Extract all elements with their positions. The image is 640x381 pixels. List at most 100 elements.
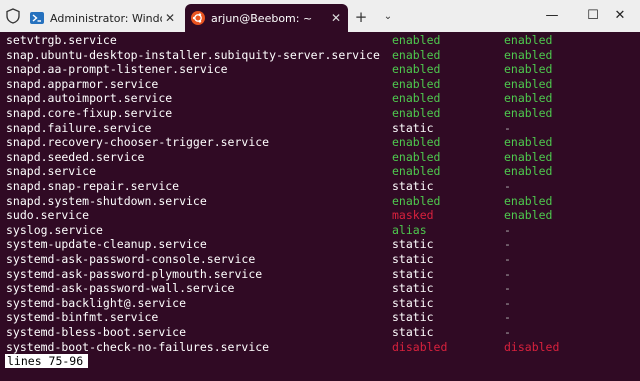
tab-close-icon[interactable]: ✕ xyxy=(328,11,344,25)
tab-label: Administrator: Windows Powe xyxy=(50,11,162,25)
table-row: systemd-ask-password-console.service stat… xyxy=(6,252,636,266)
unit-file-name: systemd-backlight@.service xyxy=(6,295,187,310)
unit-file-name: systemd-ask-password-console.service xyxy=(6,252,256,266)
unit-file-name: snapd.core-fixup.service xyxy=(6,106,173,120)
pager-status: lines 75-96 xyxy=(5,354,89,368)
table-row: snapd.failure.service static - xyxy=(6,121,636,135)
tab-close-icon[interactable]: ✕ xyxy=(162,11,178,25)
unit-file-name: snapd.snap-repair.service xyxy=(6,179,180,193)
table-row: setvtrgb.service enabled enabled xyxy=(6,33,636,47)
unit-file-name: snapd.system-shutdown.service xyxy=(6,193,207,208)
unit-state: static xyxy=(392,281,434,296)
table-row: snapd.system-shutdown.service enabled enab… xyxy=(6,194,636,208)
unit-file-name: systemd-boot-check-no-failures.service xyxy=(6,339,270,354)
vendor-preset: enabled xyxy=(504,33,553,47)
vendor-preset: - xyxy=(504,179,511,193)
vendor-preset: - xyxy=(504,222,511,237)
unit-state: enabled xyxy=(392,62,441,77)
table-row: systemd-ask-password-plymouth.service sta… xyxy=(6,267,636,281)
vendor-preset: - xyxy=(504,266,511,281)
vendor-preset: enabled xyxy=(504,76,553,91)
unit-state: static xyxy=(392,266,434,281)
vendor-preset: - xyxy=(504,310,511,325)
unit-state: enabled xyxy=(392,193,441,208)
unit-state: enabled xyxy=(392,149,441,164)
vendor-preset: enabled xyxy=(504,47,553,62)
vendor-preset: disabled xyxy=(504,339,560,354)
unit-file-name: system-update-cleanup.service xyxy=(6,237,207,252)
unit-file-name: sudo.service xyxy=(6,208,90,223)
table-row: snapd.recovery-chooser-trigger.service en… xyxy=(6,135,636,149)
unit-file-name: systemd-ask-password-wall.service xyxy=(6,281,235,296)
chevron-down-icon[interactable]: ⌄ xyxy=(380,8,396,26)
unit-file-name: systemd-ask-password-plymouth.service xyxy=(6,266,263,281)
unit-state: enabled xyxy=(392,47,441,62)
unit-file-name: snapd.seeded.service xyxy=(6,149,145,164)
vendor-preset: - xyxy=(504,281,511,296)
unit-state: enabled xyxy=(392,33,441,47)
unit-state: static xyxy=(392,120,434,135)
unit-state: alias xyxy=(392,222,427,237)
unit-state: enabled xyxy=(392,91,441,106)
unit-file-name: snap.ubuntu-desktop-installer.subiquity-… xyxy=(6,47,380,62)
table-row: snapd.aa-prompt-listener.service enabled e… xyxy=(6,62,636,76)
vendor-preset: enabled xyxy=(504,62,553,77)
terminal-output[interactable]: setvtrgb.service enabled enabled snap.ubunt… xyxy=(0,32,640,381)
vendor-preset: enabled xyxy=(504,208,553,223)
unit-state: static xyxy=(392,295,434,310)
vendor-preset: enabled xyxy=(504,149,553,164)
vendor-preset: - xyxy=(504,237,511,252)
powershell-icon xyxy=(30,11,44,25)
close-window-button[interactable]: ✕ xyxy=(598,0,640,30)
vendor-preset: - xyxy=(504,252,511,266)
minimize-button[interactable]: — xyxy=(530,0,574,30)
table-row: systemd-boot-check-no-failures.service di… xyxy=(6,340,636,354)
unit-state: enabled xyxy=(392,76,441,91)
unit-file-name: systemd-binfmt.service xyxy=(6,310,159,325)
tab-powershell[interactable]: Administrator: Windows Powe ✕ xyxy=(26,4,182,32)
vendor-preset: enabled xyxy=(504,91,553,106)
table-row: sudo.service masked enabled xyxy=(6,208,636,222)
table-row: snapd.core-fixup.service enabled enabled xyxy=(6,106,636,120)
unit-state: disabled xyxy=(392,339,448,354)
ubuntu-icon xyxy=(191,11,205,25)
title-bar: Administrator: Windows Powe ✕ arjun@Beeb… xyxy=(0,0,640,33)
tab-label: arjun@Beebom: ~ xyxy=(211,11,313,25)
unit-state: enabled xyxy=(392,164,441,179)
table-row: systemd-backlight@.service static - xyxy=(6,296,636,310)
unit-file-name: setvtrgb.service xyxy=(6,33,117,47)
unit-state: static xyxy=(392,237,434,252)
vendor-preset: enabled xyxy=(504,106,553,120)
table-row: system-update-cleanup.service static - xyxy=(6,237,636,251)
unit-file-name: snapd.apparmor.service xyxy=(6,76,159,91)
vendor-preset: - xyxy=(504,295,511,310)
unit-file-name: snapd.recovery-chooser-trigger.service xyxy=(6,135,270,150)
unit-file-name: systemd-bless-boot.service xyxy=(6,325,187,339)
table-row: systemd-ask-password-wall.service static - xyxy=(6,281,636,295)
shield-icon xyxy=(4,7,22,25)
unit-file-name: snapd.failure.service xyxy=(6,120,152,135)
unit-file-name: syslog.service xyxy=(6,222,103,237)
table-row: snapd.seeded.service enabled enabled xyxy=(6,150,636,164)
new-tab-button[interactable]: + xyxy=(352,8,370,26)
table-row: systemd-bless-boot.service static - xyxy=(6,325,636,339)
unit-state: masked xyxy=(392,208,434,223)
vendor-preset: - xyxy=(504,120,511,135)
vendor-preset: enabled xyxy=(504,164,553,179)
table-row: syslog.service alias - xyxy=(6,223,636,237)
unit-state: enabled xyxy=(392,135,441,150)
table-row: snapd.apparmor.service enabled enabled xyxy=(6,77,636,91)
table-row: snap.ubuntu-desktop-installer.subiquity-… xyxy=(6,48,636,62)
table-row: systemd-binfmt.service static - xyxy=(6,310,636,324)
tab-ubuntu[interactable]: arjun@Beebom: ~ ✕ xyxy=(185,4,348,32)
unit-file-name: snapd.service xyxy=(6,164,97,179)
vendor-preset: enabled xyxy=(504,135,553,150)
unit-file-name: snapd.autoimport.service xyxy=(6,91,173,106)
unit-file-name: snapd.aa-prompt-listener.service xyxy=(6,62,228,77)
vendor-preset: - xyxy=(504,325,511,339)
unit-state: static xyxy=(392,252,434,266)
table-row: snapd.service enabled enabled xyxy=(6,164,636,178)
unit-state: static xyxy=(392,179,434,193)
unit-state: static xyxy=(392,310,434,325)
vendor-preset: enabled xyxy=(504,193,553,208)
